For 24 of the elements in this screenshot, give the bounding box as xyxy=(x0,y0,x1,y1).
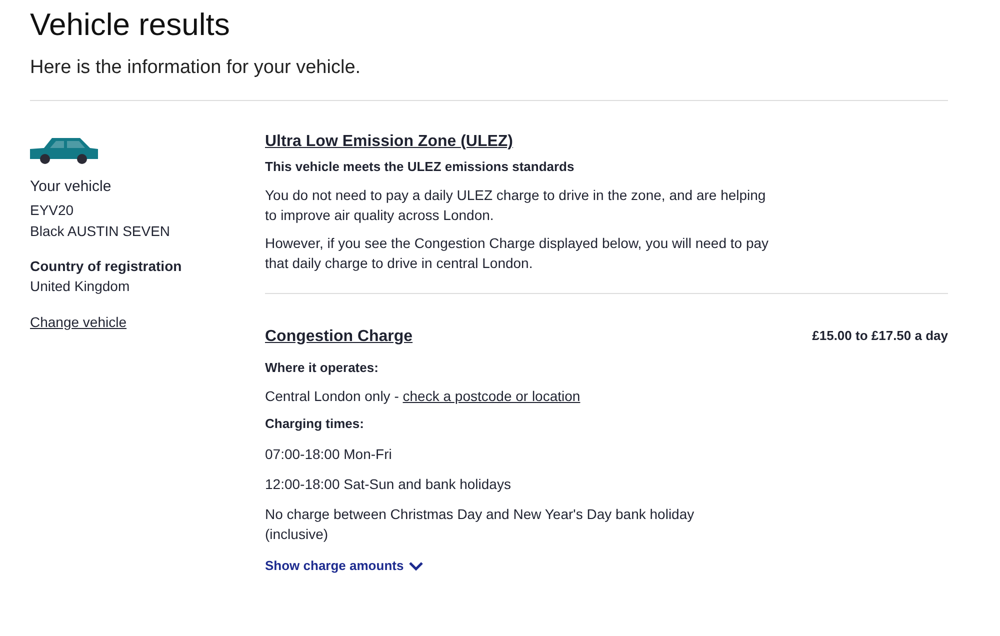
vehicle-label: Your vehicle xyxy=(30,177,112,197)
charge-price: £15.00 to £17.50 a day xyxy=(812,327,948,345)
times-label: Charging times: xyxy=(265,415,364,433)
ulez-paragraph: However, if you see the Congestion Charge displayed below, you will need to pay that daily charge to drive in central London. xyxy=(265,234,770,273)
vehicle-registration: EYV20 xyxy=(30,201,74,220)
car-icon xyxy=(30,135,98,165)
charging-time: 07:00-18:00 Mon-Fri xyxy=(265,445,393,464)
ulez-status: This vehicle meets the ULEZ emissions standards xyxy=(265,158,574,176)
show-charge-amounts-toggle[interactable]: Show charge amounts xyxy=(265,556,424,576)
where-label: Where it operates: xyxy=(265,359,378,377)
chevron-icon xyxy=(408,561,424,571)
postcode-link[interactable]: check a postcode or location xyxy=(402,388,580,404)
ulez-title-link[interactable]: Ultra Low Emission Zone (ULEZ) xyxy=(265,131,514,153)
change-vehicle-link[interactable]: Change vehicle xyxy=(30,312,127,332)
charging-time: No charge between Christmas Day and New Year's Day bank holiday (inclusive) xyxy=(265,505,696,544)
charging-time: 12:00-18:00 Sat-Sun and bank holidays xyxy=(265,475,512,494)
page-subtitle: Here is the information for your vehicle. xyxy=(30,56,361,80)
country-value: United Kingdom xyxy=(30,277,130,296)
vehicle-description: Black AUSTIN SEVEN xyxy=(30,222,170,241)
ulez-paragraph: You do not need to pay a daily ULEZ charge to drive in the zone, and are helping to improve air quality across London. xyxy=(265,186,767,225)
where-text: Central London only - check a postcode or location xyxy=(265,387,580,406)
page-title: Vehicle results xyxy=(30,6,231,44)
country-label: Country of registration xyxy=(30,257,182,276)
congestion-title-link[interactable]: Congestion Charge xyxy=(265,326,413,348)
